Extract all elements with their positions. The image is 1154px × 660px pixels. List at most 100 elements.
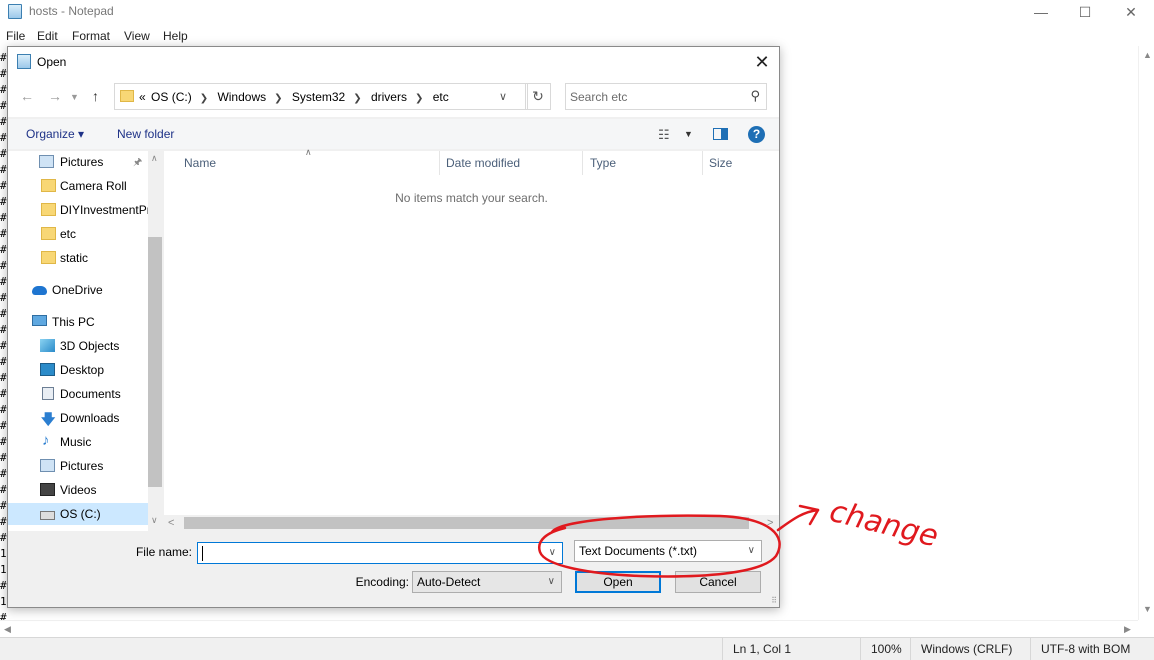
breadcrumb-drivers[interactable]: drivers	[371, 90, 407, 104]
file-pane-scroll-thumb[interactable]	[184, 517, 749, 529]
minimize-button[interactable]: —	[1018, 0, 1064, 24]
folder-icon	[120, 90, 134, 102]
nav-item-onedrive[interactable]: OneDrive	[8, 279, 148, 301]
resize-grip-icon[interactable]: ⠿	[771, 596, 777, 605]
scroll-left-icon[interactable]: ◀	[4, 624, 11, 635]
nav-item-videos[interactable]: Videos	[8, 479, 148, 501]
scroll-down-icon[interactable]: ▼	[1143, 604, 1152, 614]
address-dropdown-chevron-icon[interactable]: ∨	[499, 90, 507, 103]
folder-icon	[41, 251, 56, 264]
close-window-button[interactable]: ✕	[1108, 0, 1154, 24]
nav-item-label: 3D Objects	[60, 339, 120, 353]
column-date-modified[interactable]: Date modified	[446, 156, 520, 170]
nav-item-diyinvestment[interactable]: DIYInvestmentPr	[8, 199, 151, 221]
dialog-close-button[interactable]: ✕	[751, 52, 773, 74]
refresh-button[interactable]: ↻	[525, 83, 551, 110]
file-list-pane[interactable]: ∧ Name Date modified Type Size No items …	[164, 147, 779, 531]
view-dropdown-chevron-icon[interactable]: ▼	[684, 129, 693, 139]
nav-item-camera-roll[interactable]: Camera Roll	[8, 175, 148, 197]
menu-edit[interactable]: Edit	[37, 29, 58, 43]
nav-item-3d-objects[interactable]: 3D Objects	[8, 335, 148, 357]
dialog-titlebar: Open ✕	[8, 47, 779, 77]
breadcrumb-windows[interactable]: Windows	[217, 90, 266, 104]
encoding-select[interactable]: Auto-Detect ∨	[412, 571, 562, 593]
nav-item-this-pc[interactable]: This PC	[8, 311, 148, 333]
nav-item-static[interactable]: static	[8, 247, 148, 269]
folder-icon	[41, 227, 56, 240]
menu-format[interactable]: Format	[72, 29, 110, 43]
nav-item-label: Pictures	[60, 459, 104, 473]
nav-item-label: Desktop	[60, 363, 105, 377]
column-size[interactable]: Size	[709, 156, 732, 170]
notepad-titlebar: hosts - Notepad — ☐ ✕	[0, 0, 1154, 24]
back-arrow-icon[interactable]: ←	[20, 88, 34, 104]
nav-item-label: OS (C:)	[60, 507, 101, 521]
scroll-right-icon[interactable]: >	[767, 517, 773, 529]
chevron-down-icon[interactable]: ∨	[548, 576, 555, 587]
menu-file[interactable]: File	[6, 29, 25, 43]
nav-item-os-c[interactable]: OS (C:)	[8, 503, 148, 525]
editor-vertical-scrollbar[interactable]: ▲ ▼	[1138, 46, 1154, 620]
column-divider[interactable]	[702, 151, 703, 175]
nav-item-label: Pictures	[60, 155, 104, 169]
breadcrumb-chevron-icon[interactable]: ❯	[353, 93, 361, 104]
breadcrumb-chevron-icon[interactable]: ❯	[274, 93, 282, 104]
nav-item-desktop[interactable]: Desktop	[8, 359, 148, 381]
column-type[interactable]: Type	[590, 156, 616, 170]
search-icon[interactable]: ⚲	[750, 88, 760, 104]
menu-help[interactable]: Help	[163, 29, 188, 43]
scroll-right-icon[interactable]: ▶	[1124, 624, 1131, 635]
file-name-combobox[interactable]: ∨	[197, 542, 563, 564]
breadcrumb-chevron-icon[interactable]: ❯	[200, 93, 208, 104]
breadcrumb-etc[interactable]: etc	[433, 90, 449, 104]
nav-item-pictures[interactable]: Pictures	[8, 455, 148, 477]
scroll-down-icon[interactable]: ∨	[151, 515, 158, 526]
nav-item-pictures-pinned[interactable]: Pictures 🖈	[8, 151, 148, 173]
breadcrumb-system32[interactable]: System32	[292, 90, 345, 104]
column-name[interactable]: Name	[184, 156, 216, 170]
folder-icon	[41, 203, 56, 216]
nav-pane-scroll-thumb[interactable]	[148, 237, 162, 487]
menu-view[interactable]: View	[124, 29, 150, 43]
breadcrumb-os-c[interactable]: OS (C:)	[151, 90, 192, 104]
file-type-select[interactable]: Text Documents (*.txt) ∨	[574, 540, 762, 562]
recent-locations-chevron-icon[interactable]: ▼	[70, 92, 79, 102]
nav-item-documents[interactable]: Documents	[8, 383, 148, 405]
pictures-icon	[40, 459, 55, 472]
navigation-row: ← → ▼ ↑ « OS (C:) ❯ Windows ❯ System32 ❯ dr…	[8, 77, 779, 117]
nav-item-downloads[interactable]: 🡇 Downloads	[8, 407, 148, 429]
pin-icon[interactable]: 🖈	[133, 155, 142, 172]
forward-arrow-icon[interactable]: →	[48, 88, 62, 104]
breadcrumb-chevron-icon[interactable]: ❯	[415, 93, 423, 104]
organize-button[interactable]: Organize ▾	[26, 127, 84, 141]
column-divider[interactable]	[439, 151, 440, 175]
editor-horizontal-scrollbar[interactable]: ◀ ▶	[0, 620, 1138, 636]
new-folder-button[interactable]: New folder	[117, 127, 174, 141]
open-button[interactable]: Open	[575, 571, 661, 593]
nav-item-etc[interactable]: etc	[8, 223, 148, 245]
cancel-button[interactable]: Cancel	[675, 571, 761, 593]
notepad-icon	[17, 54, 31, 69]
file-pane-horizontal-scrollbar[interactable]: < >	[164, 515, 779, 531]
downloads-icon: 🡇	[41, 411, 56, 427]
address-bar[interactable]: « OS (C:) ❯ Windows ❯ System32 ❯ drivers ❯ e…	[114, 83, 528, 110]
window-title: hosts - Notepad	[29, 4, 114, 18]
nav-item-label: etc	[60, 227, 77, 241]
maximize-button[interactable]: ☐	[1062, 0, 1108, 24]
up-arrow-icon[interactable]: ↑	[92, 88, 99, 104]
column-divider[interactable]	[582, 151, 583, 175]
file-name-input[interactable]	[202, 545, 532, 561]
search-box[interactable]: ⚲	[565, 83, 767, 110]
nav-item-music[interactable]: ♪ Music	[8, 431, 148, 453]
search-input[interactable]	[570, 88, 740, 106]
chevron-down-icon[interactable]: ∨	[549, 547, 556, 558]
scroll-up-icon[interactable]: ▲	[1143, 50, 1152, 60]
preview-pane-icon[interactable]	[713, 128, 728, 140]
scroll-left-icon[interactable]: <	[168, 517, 174, 529]
view-options-icon[interactable]: ☷	[658, 127, 670, 143]
chevron-down-icon[interactable]: ∨	[748, 545, 755, 556]
help-icon[interactable]: ?	[748, 126, 765, 143]
navigation-pane[interactable]: Pictures 🖈 Camera Roll DIYInvestmentPr e…	[8, 151, 162, 531]
scroll-up-icon[interactable]: ∧	[151, 153, 158, 164]
breadcrumb-overflow[interactable]: «	[139, 90, 146, 104]
